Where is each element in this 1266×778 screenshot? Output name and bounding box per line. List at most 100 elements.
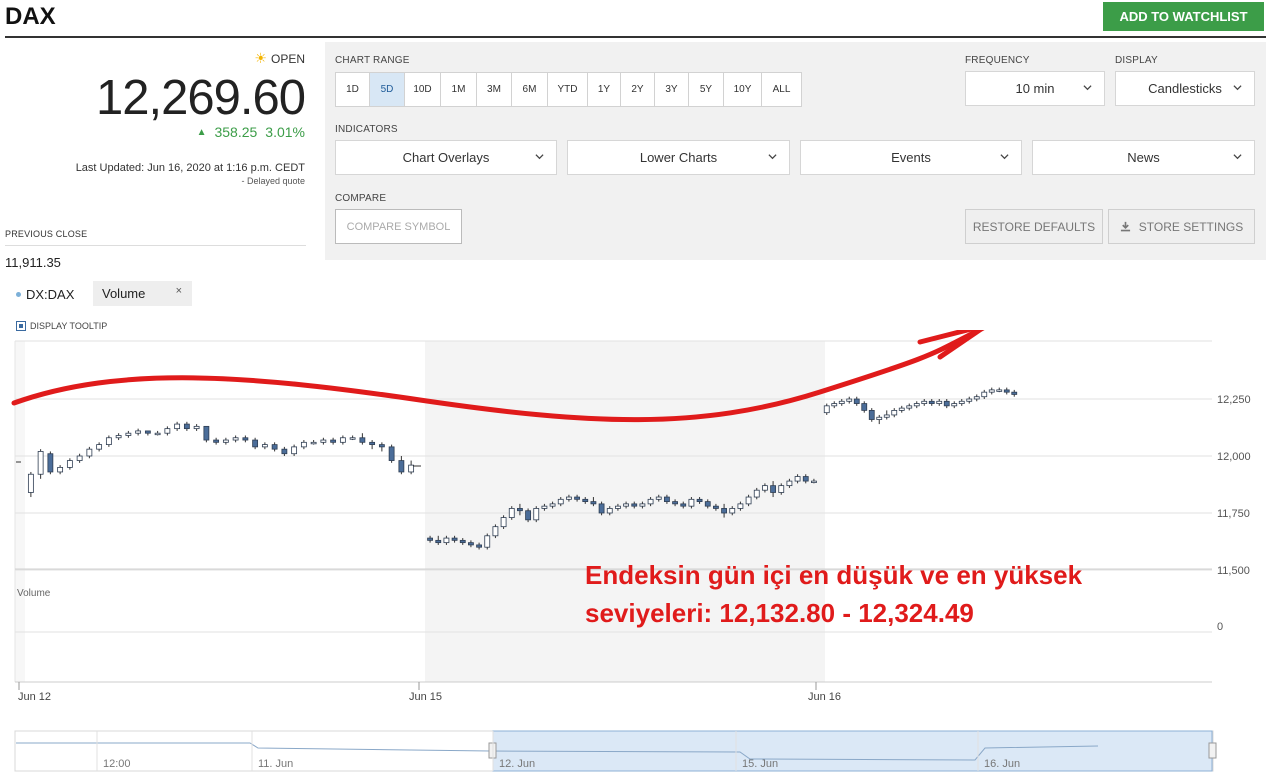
annotation-line-1: Endeksin gün içi en düşük ve en yüksek: [585, 560, 1083, 590]
news-dropdown[interactable]: News: [1032, 140, 1255, 175]
events-dropdown[interactable]: Events: [800, 140, 1022, 175]
range-button-1d[interactable]: 1D: [336, 73, 370, 106]
candle: [300, 440, 307, 450]
chevron-down-icon: [535, 154, 544, 160]
chevron-down-icon: [1233, 154, 1242, 160]
candle: [921, 399, 928, 406]
display-dropdown[interactable]: Candlesticks: [1115, 71, 1255, 106]
restore-defaults-button[interactable]: RESTORE DEFAULTS: [965, 209, 1103, 244]
candle: [492, 524, 499, 539]
chart-overlays-label: Chart Overlays: [402, 150, 490, 165]
candle: [398, 456, 405, 475]
change-percent: 3.01%: [265, 124, 305, 140]
range-button-1y[interactable]: 1Y: [588, 73, 621, 106]
range-button-10d[interactable]: 10D: [405, 73, 441, 106]
candle: [27, 471, 34, 498]
price-chart[interactable]: 12,250 12,000 11,750 11,500 Volume 0 Jun 12…: [0, 330, 1266, 778]
chart-range-group: 1D 5D 10D 1M 3M 6M YTD 1Y 2Y 3Y 5Y 10Y ALL: [335, 72, 802, 107]
candle: [154, 430, 161, 436]
candle: [846, 396, 853, 404]
candle: [958, 399, 965, 406]
candle: [973, 394, 980, 402]
store-settings-label: STORE SETTINGS: [1138, 219, 1244, 234]
candle: [320, 437, 327, 445]
annotation-text: Endeksin gün içi en düşük ve en yüksek s…: [585, 556, 1082, 632]
candle: [1011, 389, 1018, 397]
volume-indicator-tag[interactable]: Volume ×: [93, 281, 192, 306]
close-icon[interactable]: ×: [176, 285, 182, 297]
range-button-6m[interactable]: 6M: [512, 73, 548, 106]
candle: [500, 515, 507, 529]
candle: [533, 506, 540, 523]
range-button-ytd[interactable]: YTD: [548, 73, 588, 106]
candle: [115, 433, 122, 441]
frequency-dropdown[interactable]: 10 min: [965, 71, 1105, 106]
navigator-label: 16. Jun: [984, 758, 1020, 770]
candle: [378, 442, 385, 452]
candle: [951, 401, 958, 409]
candle: [981, 389, 988, 399]
range-button-10y[interactable]: 10Y: [724, 73, 762, 106]
x-tick-label: Jun 16: [808, 691, 841, 703]
navigator-label: 12. Jun: [499, 758, 535, 770]
ticker-title: DAX: [5, 3, 56, 30]
candle: [891, 408, 898, 418]
range-button-5d[interactable]: 5D: [370, 73, 405, 106]
navigator-label: 11. Jun: [258, 758, 293, 770]
candle: [988, 387, 995, 395]
candle: [943, 399, 950, 409]
candle: [96, 442, 103, 452]
series-symbol-tag[interactable]: DX:DAX: [16, 287, 74, 302]
candle: [1003, 387, 1010, 395]
candle: [831, 401, 838, 409]
candle: [883, 410, 890, 420]
candle: [508, 506, 515, 520]
range-button-1m[interactable]: 1M: [441, 73, 477, 106]
y-tick-label: 11,750: [1217, 508, 1250, 520]
header-divider: [5, 36, 1266, 38]
compare-symbol-input[interactable]: COMPARE SYMBOL: [335, 209, 462, 244]
arrow-up-icon: ▲: [196, 126, 207, 138]
candle: [330, 437, 337, 445]
candle: [232, 435, 239, 443]
candle: [37, 449, 44, 479]
chevron-down-icon: [1000, 154, 1009, 160]
candle: [339, 435, 346, 445]
range-button-5y[interactable]: 5Y: [689, 73, 724, 106]
candle: [86, 446, 93, 459]
store-settings-button[interactable]: STORE SETTINGS: [1108, 209, 1255, 244]
navigator-handle-right[interactable]: [1208, 742, 1217, 759]
candle: [242, 435, 249, 443]
chevron-down-icon: [1083, 85, 1092, 91]
candle: [271, 442, 278, 452]
frequency-value: 10 min: [1015, 81, 1055, 96]
range-button-3m[interactable]: 3M: [477, 73, 512, 106]
candle: [125, 430, 132, 438]
y-tick-label: 12,250: [1217, 394, 1251, 406]
market-status-label: OPEN: [270, 51, 305, 66]
range-button-all[interactable]: ALL: [762, 73, 801, 106]
range-button-2y[interactable]: 2Y: [621, 73, 655, 106]
candle: [164, 426, 171, 436]
chart-overlays-dropdown[interactable]: Chart Overlays: [335, 140, 557, 175]
candle: [183, 421, 190, 431]
download-icon: [1120, 221, 1130, 232]
range-button-3y[interactable]: 3Y: [655, 73, 689, 106]
candle: [252, 437, 259, 450]
events-label: Events: [891, 150, 931, 165]
candle: [853, 396, 860, 406]
y-tick-label: 12,000: [1217, 451, 1251, 463]
candle: [222, 437, 229, 445]
last-updated: Last Updated: Jun 16, 2020 at 1:16 p.m. …: [75, 162, 305, 174]
chevron-down-icon: [768, 154, 777, 160]
previous-close-value: 11,911.35: [5, 255, 61, 270]
lower-charts-dropdown[interactable]: Lower Charts: [567, 140, 790, 175]
frequency-label: FREQUENCY: [965, 55, 1030, 66]
candle: [936, 399, 943, 406]
indicators-label: INDICATORS: [335, 124, 398, 135]
candle: [598, 501, 605, 516]
add-to-watchlist-button[interactable]: ADD TO WATCHLIST: [1103, 2, 1264, 31]
y-axis-labels: 12,250 12,000 11,750 11,500: [1217, 394, 1251, 577]
candle: [76, 453, 83, 463]
candle: [310, 440, 317, 445]
